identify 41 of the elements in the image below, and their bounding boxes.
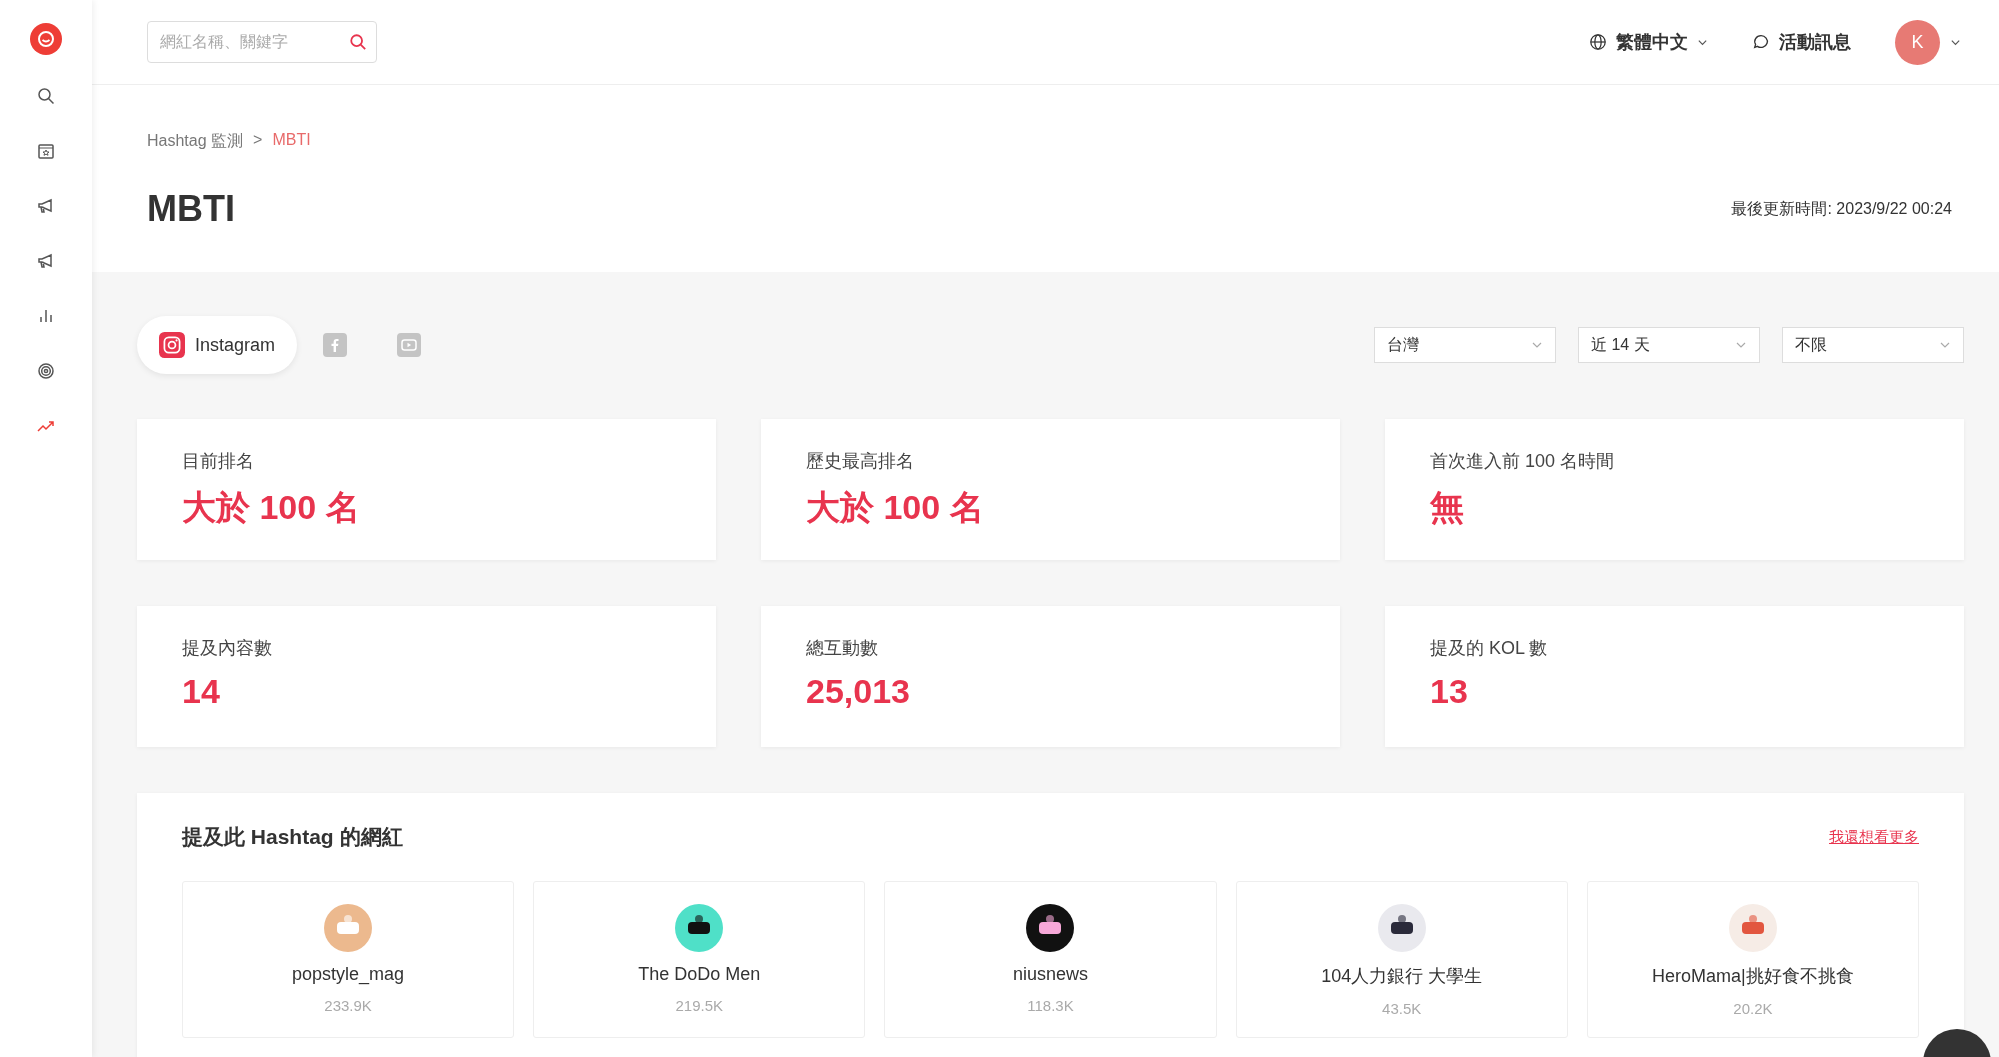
influencer-card[interactable]: popstyle_mag 233.9K — [182, 881, 515, 1038]
breadcrumb-item: MBTI — [272, 131, 311, 150]
language-button[interactable]: 繁體中文 — [1589, 30, 1708, 54]
stat-value: 無 — [1430, 487, 1465, 528]
follower-count: 20.2K — [1733, 1000, 1773, 1017]
stat-value: 13 — [1430, 672, 1469, 711]
follower-count: 219.5K — [675, 997, 724, 1014]
influencer-card[interactable]: 104人力銀行 大學生 43.5K — [1235, 881, 1568, 1038]
influencer-name: popstyle_mag — [292, 964, 405, 985]
page-title: MBTI — [147, 188, 235, 230]
stat-label: 提及內容數 — [182, 637, 273, 660]
stat-label: 目前排名 — [182, 450, 255, 473]
instagram-tab[interactable]: Instagram — [137, 316, 298, 374]
follower-count: 43.5K — [1382, 1000, 1422, 1017]
stat-label: 首次進入前 100 名時間 — [1430, 450, 1616, 473]
search-field[interactable]: 網紅名稱、關鍵字 — [147, 21, 377, 63]
filter-dropdown[interactable]: 不限 — [1782, 327, 1964, 363]
breadcrumb-item[interactable]: > — [253, 131, 263, 152]
follower-count: 118.3K — [1027, 997, 1074, 1014]
breadcrumb-item[interactable]: Hashtag 監測 — [147, 131, 244, 152]
stat-label: 提及的 KOL 數 — [1430, 637, 1549, 660]
filter-dropdown[interactable]: 台灣 — [1374, 327, 1556, 363]
activity-button[interactable]: 活動訊息 — [1752, 30, 1851, 54]
influencer-name: niusnews — [1012, 964, 1088, 985]
last-updated-text: 最後更新時間: 2023/9/22 00:24 — [1731, 198, 1952, 219]
section-title: 提及此 Hashtag 的網紅 — [182, 824, 403, 850]
influencer-name: HeroMama|挑好食不挑食 — [1652, 965, 1854, 988]
follower-count: 233.9K — [324, 997, 372, 1014]
influencer-card[interactable]: HeroMama|挑好食不挑食 20.2K — [1586, 881, 1919, 1038]
influencer-card[interactable]: The DoDo Men 219.5K — [533, 881, 866, 1038]
stat-value: 14 — [182, 672, 221, 711]
stat-label: 總互動數 — [806, 637, 879, 660]
stat-value: 大於 100 名 — [182, 487, 361, 528]
stat-label: 歷史最高排名 — [806, 450, 915, 473]
filter-dropdown[interactable]: 近 14 天 — [1578, 327, 1760, 363]
influencer-name: 104人力銀行 大學生 — [1321, 965, 1483, 988]
influencer-card[interactable]: niusnews 118.3K — [884, 881, 1217, 1038]
stat-value: 大於 100 名 — [806, 487, 985, 528]
see-more-link[interactable]: 我還想看更多 — [1829, 827, 1919, 847]
influencer-name: The DoDo Men — [638, 964, 761, 985]
stat-value: 25,013 — [806, 672, 911, 711]
